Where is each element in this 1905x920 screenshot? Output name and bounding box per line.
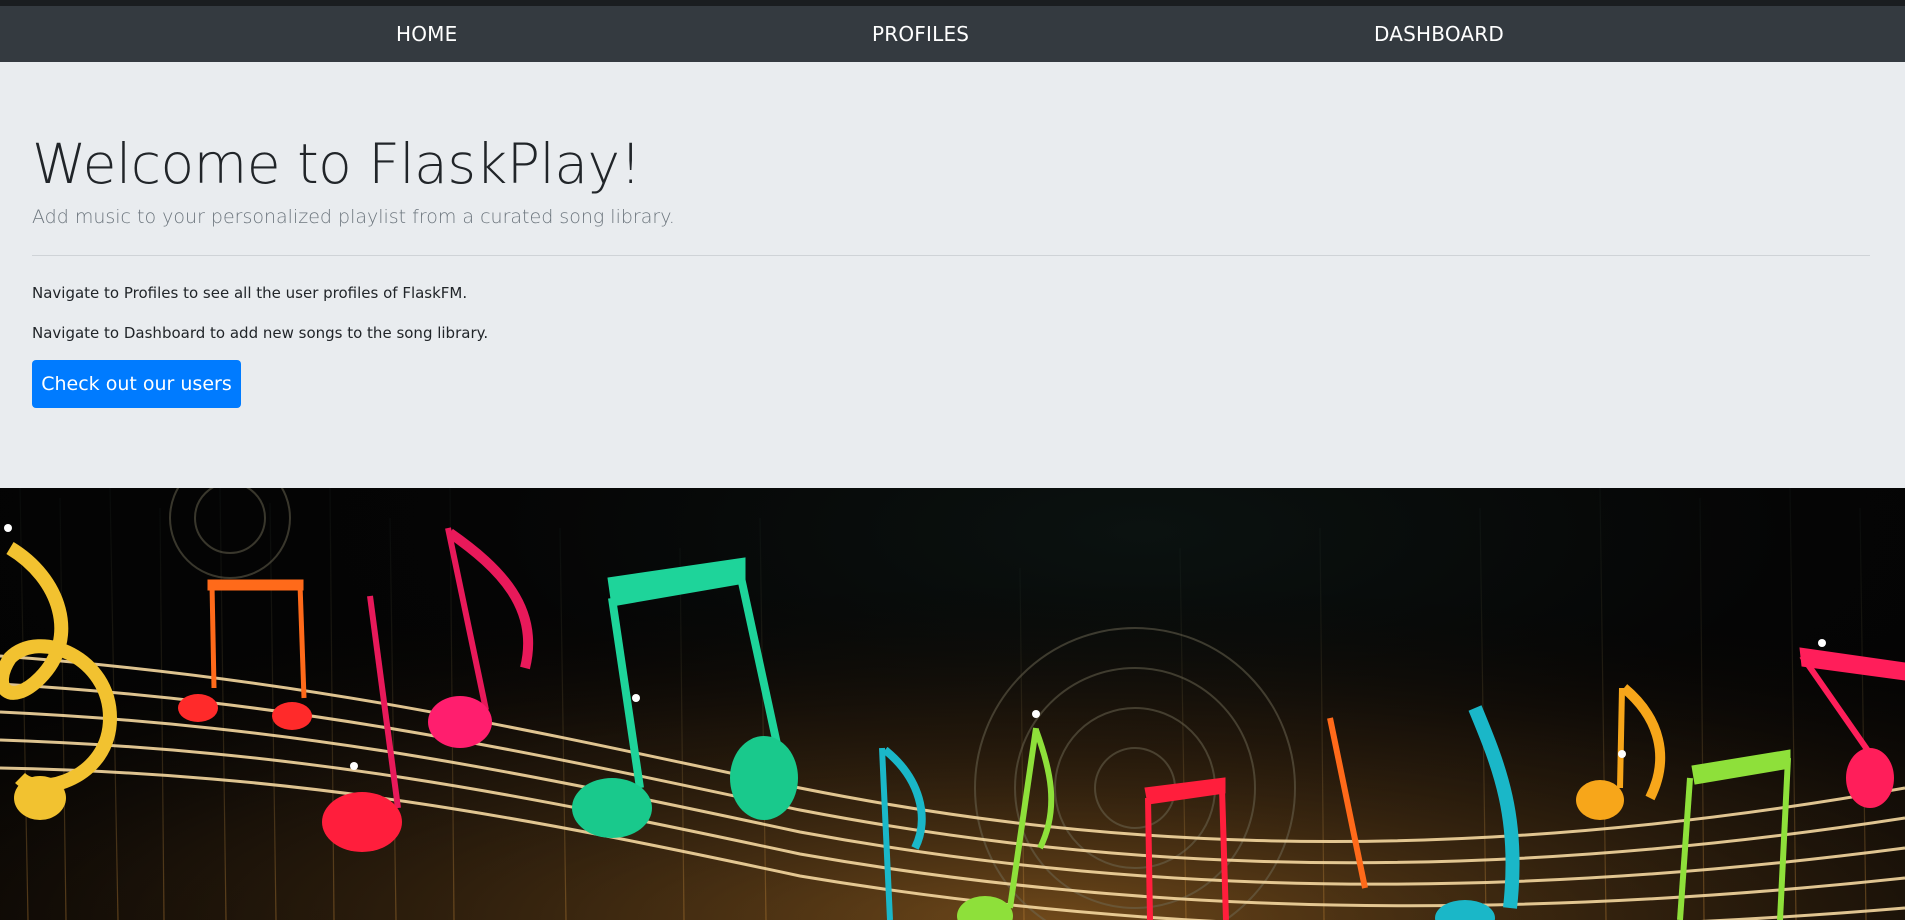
page-title: Welcome to FlaskPlay! xyxy=(32,132,642,196)
nav-profiles-link[interactable]: PROFILES xyxy=(872,22,969,46)
check-out-users-button[interactable]: Check out our users xyxy=(32,360,241,408)
welcome-jumbotron: Welcome to FlaskPlay! Add music to your … xyxy=(0,62,1905,488)
nav-home-link[interactable]: HOME xyxy=(396,22,457,46)
music-notes-illustration xyxy=(0,488,1905,920)
divider xyxy=(32,255,1870,256)
profiles-info-text: Navigate to Profiles to see all the user… xyxy=(32,284,468,302)
music-notes-image xyxy=(0,488,1905,920)
nav-dashboard-link[interactable]: DASHBOARD xyxy=(1374,22,1504,46)
dashboard-info-text: Navigate to Dashboard to add new songs t… xyxy=(32,324,489,342)
top-navbar: HOME PROFILES DASHBOARD xyxy=(0,0,1905,62)
lead-text: Add music to your personalized playlist … xyxy=(32,206,675,228)
